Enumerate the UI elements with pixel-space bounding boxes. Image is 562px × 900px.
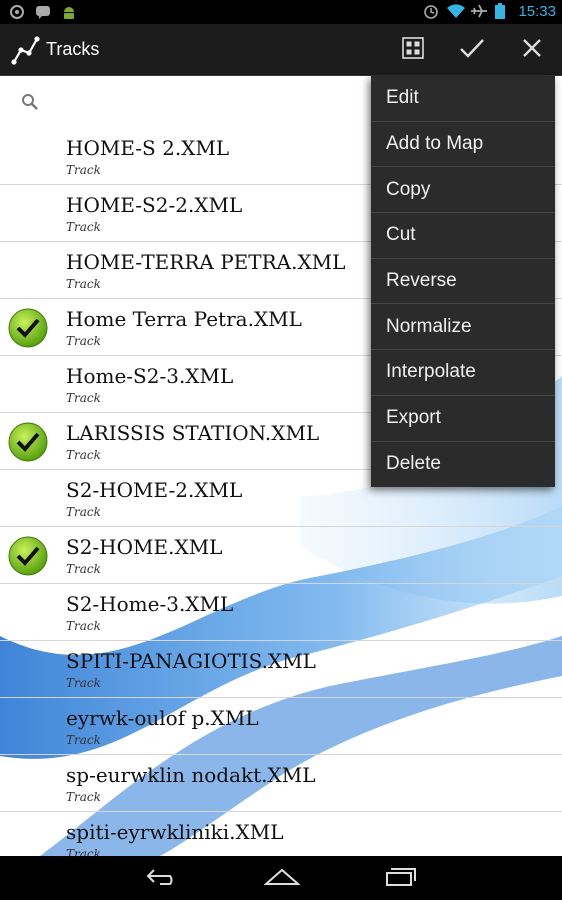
recent-apps-icon — [385, 865, 419, 891]
checked-icon[interactable] — [8, 422, 48, 462]
track-name: spiti-eyrwkliniki.XML — [66, 820, 284, 844]
status-bar: 15:33 — [0, 0, 562, 24]
track-name: Home-S2-3.XML — [66, 364, 234, 388]
select-all-button[interactable] — [393, 32, 433, 68]
chat-icon — [34, 3, 52, 21]
track-name: sp-eurwklin nodakt.XML — [66, 763, 316, 787]
track-icon[interactable] — [10, 34, 42, 66]
grid-icon — [402, 37, 424, 63]
back-icon — [146, 866, 180, 890]
menu-item-edit[interactable]: Edit — [371, 76, 555, 122]
clock: 15:33 — [518, 2, 556, 20]
alarm-icon — [422, 2, 440, 20]
list-item[interactable]: spiti-eyrwkliniki.XML Track — [0, 812, 562, 856]
track-name: HOME-S2-2.XML — [66, 193, 243, 217]
track-type: Track — [66, 733, 101, 747]
home-icon — [263, 866, 301, 890]
track-name: HOME-S 2.XML — [66, 136, 230, 160]
track-type: Track — [66, 790, 101, 804]
confirm-button[interactable] — [452, 32, 492, 68]
track-name: S2-HOME.XML — [66, 535, 223, 559]
list-item[interactable]: S2-HOME.XML Track — [0, 527, 562, 584]
battery-icon — [494, 2, 512, 20]
back-button[interactable] — [140, 864, 186, 892]
close-button[interactable] — [512, 32, 552, 68]
track-name: Home Terra Petra.XML — [66, 307, 302, 331]
menu-item-reverse[interactable]: Reverse — [371, 259, 555, 305]
navigation-bar — [0, 856, 562, 900]
menu-item-copy[interactable]: Copy — [371, 167, 555, 214]
track-type: Track — [66, 391, 101, 405]
track-type: Track — [66, 619, 101, 633]
close-icon — [521, 37, 543, 63]
list-item[interactable]: eyrwk-oulof p.XML Track — [0, 698, 562, 755]
menu-item-export[interactable]: Export — [371, 396, 555, 442]
menu-item-normalize[interactable]: Normalize — [371, 304, 555, 351]
track-name: eyrwk-oulof p.XML — [66, 706, 259, 730]
track-type: Track — [66, 676, 101, 690]
list-item[interactable]: sp-eurwklin nodakt.XML Track — [0, 755, 562, 812]
track-name: LARISSIS STATION.XML — [66, 421, 320, 445]
track-name: S2-HOME-2.XML — [66, 478, 243, 502]
track-type: Track — [66, 220, 101, 234]
menu-item-delete[interactable]: Delete — [371, 442, 555, 488]
menu-item-interpolate[interactable]: Interpolate — [371, 350, 555, 396]
check-icon — [459, 37, 485, 63]
track-name: HOME-TERRA PETRA.XML — [66, 250, 346, 274]
list-item[interactable]: S2-Home-3.XML Track — [0, 584, 562, 641]
track-type: Track — [66, 505, 101, 519]
action-bar: Tracks — [0, 24, 562, 76]
notification-dot-icon — [8, 3, 26, 21]
page-title: Tracks — [46, 39, 100, 59]
track-type: Track — [66, 277, 101, 291]
recent-apps-button[interactable] — [379, 864, 425, 892]
track-name: S2-Home-3.XML — [66, 592, 234, 616]
track-type: Track — [66, 334, 101, 348]
menu-item-add-to-map[interactable]: Add to Map — [371, 122, 555, 168]
home-button[interactable] — [259, 864, 305, 892]
list-item[interactable]: SPITI-PANAGIOTIS.XML Track — [0, 641, 562, 698]
airplane-icon — [470, 2, 488, 20]
android-icon — [60, 3, 78, 21]
wifi-icon — [446, 2, 466, 20]
checked-icon[interactable] — [8, 536, 48, 576]
context-menu: Edit Add to Map Copy Cut Reverse Normali… — [371, 76, 555, 488]
checked-icon[interactable] — [8, 308, 48, 348]
track-type: Track — [66, 562, 101, 576]
search-icon — [20, 92, 40, 112]
track-name: SPITI-PANAGIOTIS.XML — [66, 649, 316, 673]
menu-item-cut[interactable]: Cut — [371, 213, 555, 259]
track-type: Track — [66, 847, 101, 856]
track-type: Track — [66, 163, 101, 177]
track-type: Track — [66, 448, 101, 462]
